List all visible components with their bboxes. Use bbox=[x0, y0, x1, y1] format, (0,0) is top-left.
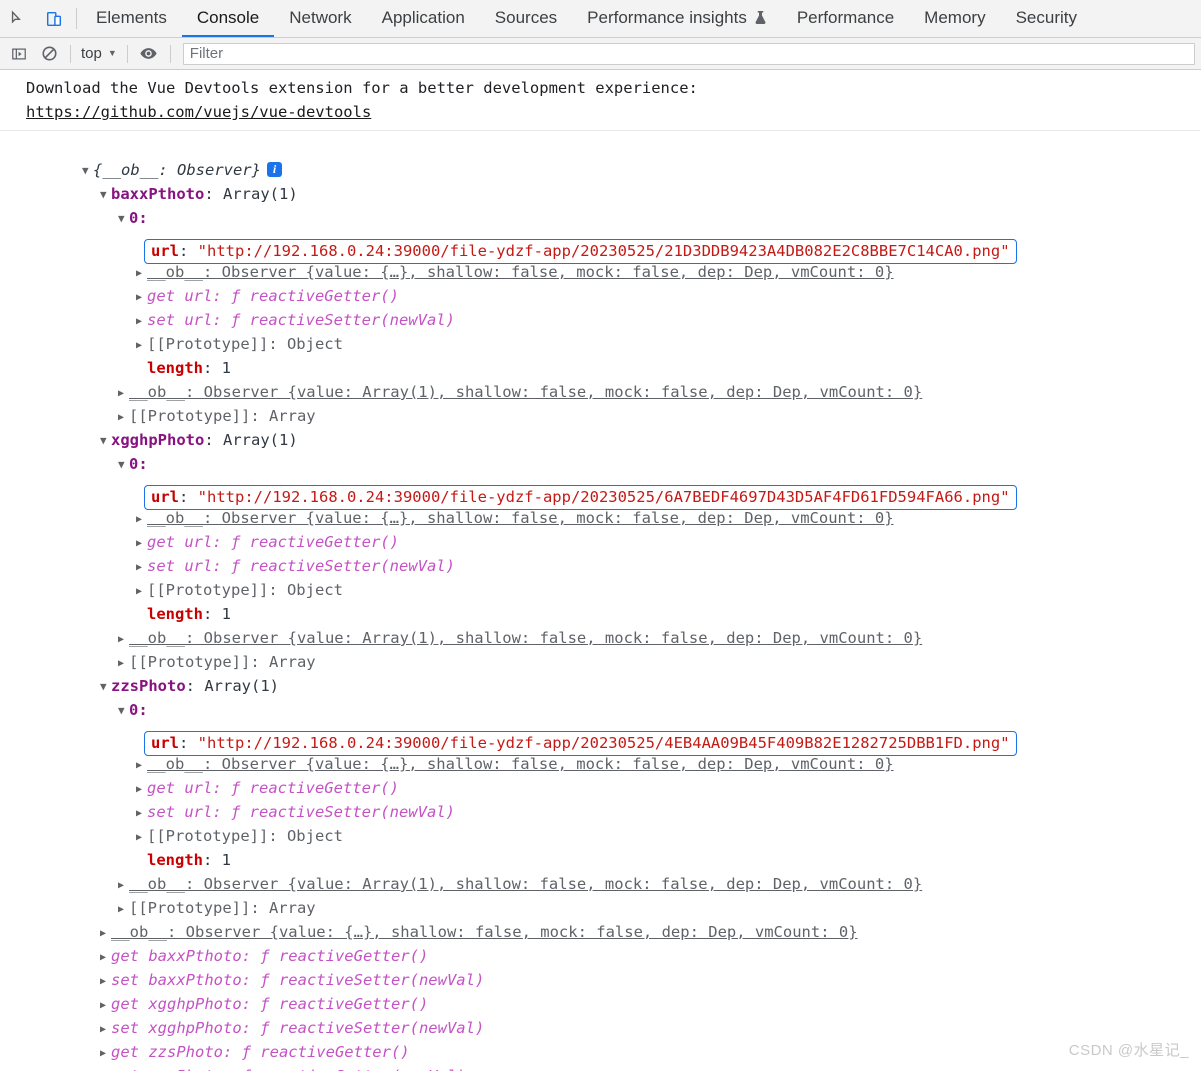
tree-row-root-setter-zzsPhoto[interactable]: set zzsPhoto: ƒ reactiveSetter(newVal) bbox=[0, 1040, 1201, 1071]
tree-row-getter[interactable]: get url: ƒ reactiveGetter() bbox=[0, 260, 1201, 305]
tree-row-prototype-object[interactable]: [[Prototype]]: Object bbox=[0, 554, 1201, 599]
tab-performance[interactable]: Performance bbox=[782, 0, 909, 37]
tree-row-observer[interactable]: __ob__: Observer {value: {…}, shallow: f… bbox=[0, 728, 1201, 773]
tree-row-getter[interactable]: get url: ƒ reactiveGetter() bbox=[0, 752, 1201, 797]
vue-message-line1: Download the Vue Devtools extension for … bbox=[26, 79, 698, 97]
filter-placeholder: Filter bbox=[189, 45, 224, 62]
toolbar-divider bbox=[126, 44, 128, 63]
tree-row-array-observer[interactable]: __ob__: Observer {value: Array(1), shall… bbox=[0, 356, 1201, 401]
tab-label: Elements bbox=[96, 7, 167, 27]
tree-row-length: length: 1 bbox=[147, 359, 232, 377]
tabbar-divider bbox=[76, 8, 77, 29]
console-toolbar: top ▼ Filter bbox=[0, 38, 1201, 70]
tab-label: Memory bbox=[924, 7, 986, 27]
tab-performance-insights[interactable]: Performance insights bbox=[572, 0, 782, 37]
tree-row-array-xgghpPhoto[interactable]: xgghpPhoto: Array(1) bbox=[0, 404, 1201, 449]
tree-row-array-observer[interactable]: __ob__: Observer {value: Array(1), shall… bbox=[0, 848, 1201, 893]
tree-row-url-highlighted[interactable]: url: "http://192.168.0.24:39000/file-ydz… bbox=[0, 452, 1201, 510]
console-output: Download the Vue Devtools extension for … bbox=[0, 70, 1201, 1071]
tab-console[interactable]: Console bbox=[181, 0, 275, 37]
live-expression-icon[interactable] bbox=[134, 41, 164, 67]
tree-row-root-getter-baxxPthoto[interactable]: get baxxPthoto: ƒ reactiveGetter() bbox=[0, 920, 1201, 965]
tab-label: Performance insights bbox=[587, 7, 747, 27]
tree-row-root-setter-xgghpPhoto[interactable]: set xgghpPhoto: ƒ reactiveSetter(newVal) bbox=[0, 992, 1201, 1037]
tab-label: Sources bbox=[494, 7, 558, 27]
tree-row-setter[interactable]: set url: ƒ reactiveSetter(newVal) bbox=[0, 530, 1201, 575]
execution-context-label: top bbox=[81, 45, 102, 62]
inspect-element-icon[interactable] bbox=[0, 0, 36, 37]
tab-label: Performance bbox=[796, 7, 895, 27]
tree-row-length: length: 1 bbox=[147, 605, 232, 623]
tree-row-index[interactable]: 0: bbox=[0, 182, 1201, 227]
tree-row-prototype-array[interactable]: [[Prototype]]: Array bbox=[0, 380, 1201, 425]
clear-console-icon[interactable] bbox=[34, 41, 64, 67]
tab-network[interactable]: Network bbox=[274, 0, 366, 37]
console-message-vue-devtools: Download the Vue Devtools extension for … bbox=[0, 70, 1201, 131]
tree-row-root-getter-zzsPhoto[interactable]: get zzsPhoto: ƒ reactiveGetter() bbox=[0, 1016, 1201, 1061]
tab-label: Security bbox=[1015, 7, 1077, 27]
tab-label: Network bbox=[289, 7, 352, 27]
show-console-sidebar-icon[interactable] bbox=[4, 41, 34, 67]
tree-row-length: length: 1 bbox=[147, 851, 232, 869]
tree-row-index[interactable]: 0: bbox=[0, 674, 1201, 719]
tree-row-prototype-object[interactable]: [[Prototype]]: Object bbox=[0, 308, 1201, 353]
console-object-tree: {__ob__: Observer}i baxxPthoto: Array(1)… bbox=[0, 131, 1201, 1071]
vue-devtools-link[interactable]: https://github.com/vuejs/vue-devtools bbox=[26, 103, 371, 121]
chevron-down-icon: ▼ bbox=[107, 48, 117, 58]
device-toolbar-icon[interactable] bbox=[36, 0, 72, 37]
tree-row-array-zzsPhoto[interactable]: zzsPhoto: Array(1) bbox=[0, 650, 1201, 695]
tree-row-prototype-object[interactable]: [[Prototype]]: Object bbox=[0, 800, 1201, 845]
tab-security[interactable]: Security bbox=[1001, 0, 1092, 37]
execution-context-selector[interactable]: top ▼ bbox=[77, 45, 121, 62]
tree-row-root-getter-xgghpPhoto[interactable]: get xgghpPhoto: ƒ reactiveGetter() bbox=[0, 968, 1201, 1013]
tree-row-observer[interactable]: __ob__: Observer {value: {…}, shallow: f… bbox=[0, 482, 1201, 527]
toolbar-divider bbox=[169, 44, 171, 63]
tab-application[interactable]: Application bbox=[367, 0, 480, 37]
filter-input[interactable]: Filter bbox=[182, 42, 1195, 65]
devtools-tabbar: Elements Console Network Application Sou… bbox=[0, 0, 1201, 38]
tree-row-root[interactable]: {__ob__: Observer}i bbox=[0, 134, 1201, 179]
csdn-watermark: CSDN @水星记_ bbox=[1068, 1042, 1189, 1059]
tree-row-array-observer[interactable]: __ob__: Observer {value: Array(1), shall… bbox=[0, 602, 1201, 647]
tab-label: Console bbox=[196, 7, 260, 27]
toolbar-divider bbox=[70, 44, 71, 63]
tree-row-root-observer[interactable]: __ob__: Observer {value: {…}, shallow: f… bbox=[0, 896, 1201, 941]
tree-row-prototype-array[interactable]: [[Prototype]]: Array bbox=[0, 626, 1201, 671]
flask-icon bbox=[754, 10, 767, 25]
tree-row-index[interactable]: 0: bbox=[0, 428, 1201, 473]
tree-row-root-setter-baxxPthoto[interactable]: set baxxPthoto: ƒ reactiveSetter(newVal) bbox=[0, 944, 1201, 989]
tab-memory[interactable]: Memory bbox=[909, 0, 1000, 37]
tree-row-observer[interactable]: __ob__: Observer {value: {…}, shallow: f… bbox=[0, 236, 1201, 281]
tree-row-root-prototype[interactable]: [[Prototype]]: Object bbox=[0, 1064, 1201, 1071]
tree-row-url-highlighted[interactable]: url: "http://192.168.0.24:39000/file-ydz… bbox=[0, 206, 1201, 264]
tree-row-setter[interactable]: set url: ƒ reactiveSetter(newVal) bbox=[0, 284, 1201, 329]
tab-elements[interactable]: Elements bbox=[81, 0, 182, 37]
tree-row-getter[interactable]: get url: ƒ reactiveGetter() bbox=[0, 506, 1201, 551]
tree-row-prototype-array[interactable]: [[Prototype]]: Array bbox=[0, 872, 1201, 917]
tab-label: Application bbox=[381, 7, 465, 27]
tree-row-setter[interactable]: set url: ƒ reactiveSetter(newVal) bbox=[0, 776, 1201, 821]
tree-row-url-highlighted[interactable]: url: "http://192.168.0.24:39000/file-ydz… bbox=[0, 698, 1201, 756]
tree-row-array-baxxPthoto[interactable]: baxxPthoto: Array(1) bbox=[0, 158, 1201, 203]
tab-sources[interactable]: Sources bbox=[480, 0, 572, 37]
